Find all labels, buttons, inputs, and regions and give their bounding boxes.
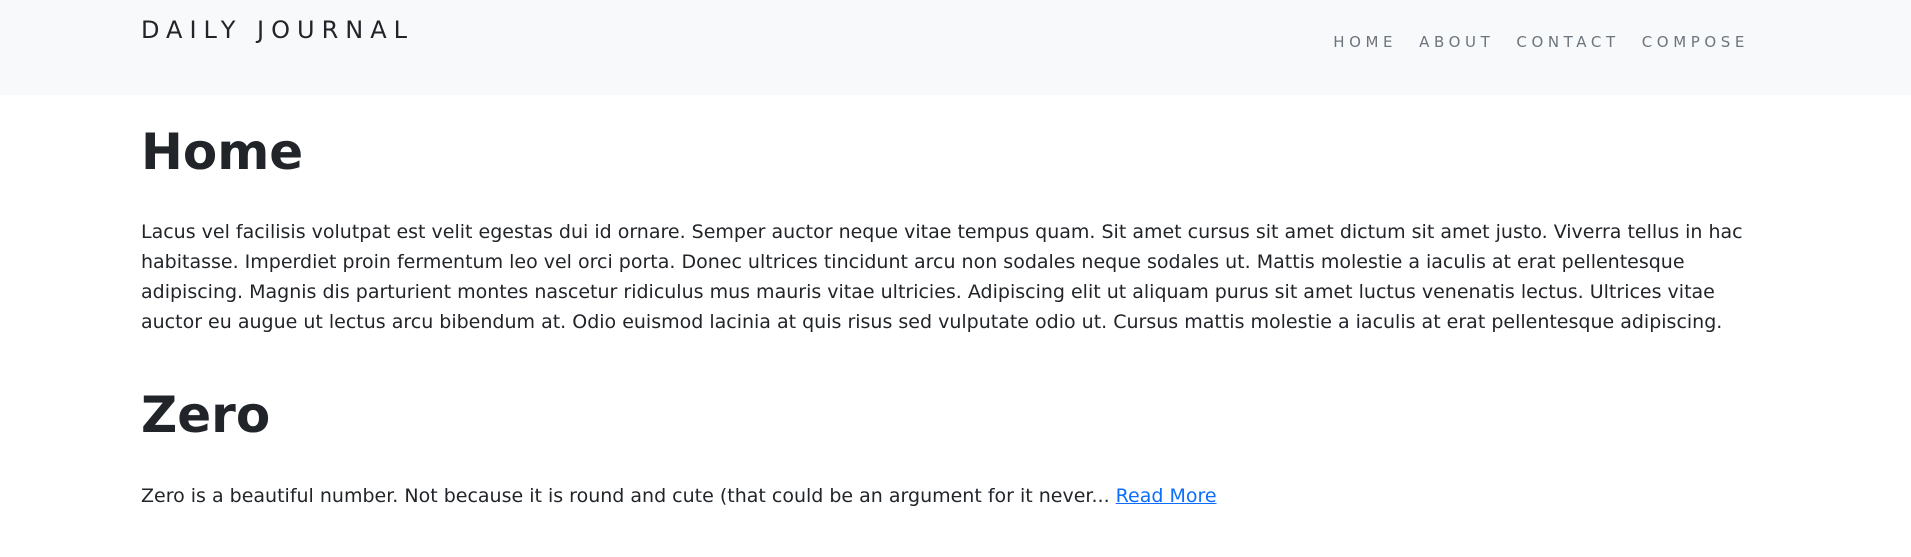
nav-item-about: ABOUT [1419, 32, 1494, 51]
nav-menu: HOME ABOUT CONTACT COMPOSE [1333, 32, 1749, 51]
post-excerpt-text: Zero is a beautiful number. Not because … [141, 485, 1110, 507]
nav-item-home: HOME [1333, 32, 1397, 51]
navbar: DAILY JOURNAL HOME ABOUT CONTACT COMPOSE [0, 0, 1911, 95]
post-title: Zero [141, 386, 271, 444]
post-excerpt: Zero is a beautiful number. Not because … [141, 481, 1771, 511]
nav-link-about[interactable]: ABOUT [1419, 33, 1494, 51]
home-paragraph: Lacus vel facilisis volutpat est velit e… [141, 221, 1743, 333]
main-content: Home Lacus vel facilisis volutpat est ve… [141, 120, 1771, 511]
nav-link-compose[interactable]: COMPOSE [1642, 33, 1749, 51]
brand-link[interactable]: DAILY JOURNAL [141, 16, 414, 44]
nav-item-contact: CONTACT [1516, 32, 1619, 51]
nav-item-compose: COMPOSE [1642, 32, 1749, 51]
read-more-link[interactable]: Read More [1116, 485, 1217, 507]
page-title: Home [141, 123, 304, 181]
nav-link-contact[interactable]: CONTACT [1516, 33, 1619, 51]
nav-link-home[interactable]: HOME [1333, 33, 1397, 51]
